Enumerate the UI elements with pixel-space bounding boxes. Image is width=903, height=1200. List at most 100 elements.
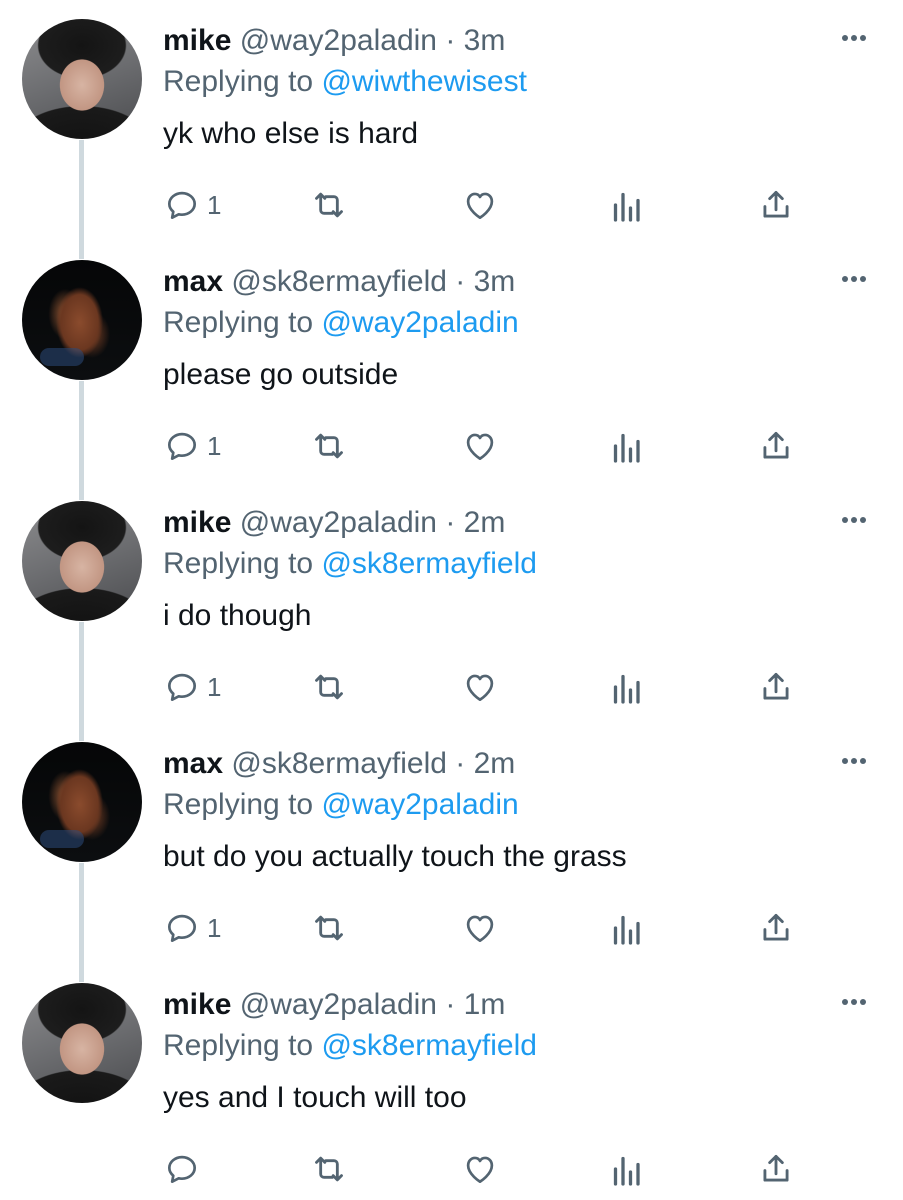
avatar[interactable]	[22, 742, 142, 862]
avatar[interactable]	[22, 19, 142, 139]
more-dots-icon[interactable]	[836, 751, 872, 771]
tweet[interactable]: max @sk8ermayfield · 2m Replying to @way…	[0, 723, 903, 964]
reply-bubble-icon	[167, 191, 197, 220]
share-button[interactable]	[757, 183, 795, 227]
share-button[interactable]	[757, 1147, 795, 1191]
mention-link[interactable]: @sk8ermayfield	[321, 1029, 537, 1062]
timestamp[interactable]: 3m	[464, 24, 506, 57]
reply-count: 1	[207, 913, 222, 943]
mention-link[interactable]: @wiwthewisest	[321, 65, 527, 98]
timestamp[interactable]: 2m	[464, 506, 506, 539]
views-chart-icon	[613, 192, 640, 222]
like-button[interactable]	[461, 183, 499, 227]
tweet-text: yes and I touch will too	[163, 1081, 467, 1114]
more-dots-icon[interactable]	[836, 510, 872, 530]
like-button[interactable]	[461, 1147, 499, 1191]
like-button[interactable]	[461, 665, 499, 709]
tweet-header: mike @way2paladin · 2m	[163, 505, 505, 541]
tweet[interactable]: mike @way2paladin · 2m Replying to @sk8e…	[0, 482, 903, 723]
display-name[interactable]: mike	[163, 988, 231, 1021]
heart-icon	[466, 915, 494, 943]
retweet-button[interactable]	[309, 424, 349, 468]
retweet-button[interactable]	[309, 906, 349, 950]
views-chart-icon	[613, 674, 640, 704]
reply-bubble-icon	[167, 673, 197, 702]
avatar[interactable]	[22, 501, 142, 621]
action-bar	[0, 1147, 903, 1191]
mention-link[interactable]: @sk8ermayfield	[321, 547, 537, 580]
views-button[interactable]	[610, 424, 642, 468]
reply-count: 1	[207, 672, 222, 702]
action-bar: 1	[0, 183, 903, 227]
tweet[interactable]: max @sk8ermayfield · 3m Replying to @way…	[0, 241, 903, 482]
tweet[interactable]: mike @way2paladin · 1m Replying to @sk8e…	[0, 964, 903, 1200]
like-button[interactable]	[461, 424, 499, 468]
more-dots-icon[interactable]	[836, 992, 872, 1012]
views-button[interactable]	[610, 1147, 642, 1191]
like-button[interactable]	[461, 906, 499, 950]
action-bar: 1	[0, 665, 903, 709]
reply-button[interactable]: 1	[163, 424, 221, 468]
user-handle[interactable]: @way2paladin	[240, 988, 437, 1021]
tweet-text: but do you actually touch the grass	[163, 840, 627, 873]
tweet-header: max @sk8ermayfield · 3m	[163, 264, 515, 300]
retweet-icon	[315, 674, 343, 700]
retweet-button[interactable]	[309, 665, 349, 709]
timestamp[interactable]: 3m	[474, 265, 516, 298]
reply-button[interactable]	[163, 1147, 207, 1191]
reply-button[interactable]: 1	[163, 665, 221, 709]
replying-label: Replying to	[163, 788, 314, 821]
retweet-button[interactable]	[309, 183, 349, 227]
tweet-text: i do though	[163, 599, 312, 632]
share-icon	[763, 1154, 789, 1182]
views-button[interactable]	[610, 906, 642, 950]
replying-to: Replying to @sk8ermayfield	[163, 1028, 537, 1064]
separator-dot: ·	[455, 265, 466, 298]
views-button[interactable]	[610, 665, 642, 709]
action-bar: 1	[0, 424, 903, 468]
replying-label: Replying to	[163, 65, 314, 98]
tweet-header: mike @way2paladin · 1m	[163, 987, 505, 1023]
user-handle[interactable]: @way2paladin	[240, 24, 437, 57]
reply-button[interactable]: 1	[163, 906, 221, 950]
mention-link[interactable]: @way2paladin	[321, 788, 518, 821]
reply-count: 1	[207, 190, 222, 220]
timestamp[interactable]: 1m	[464, 988, 506, 1021]
retweet-icon	[315, 915, 343, 941]
reply-button[interactable]: 1	[163, 183, 221, 227]
user-handle[interactable]: @sk8ermayfield	[231, 747, 447, 780]
separator-dot: ·	[445, 506, 456, 539]
tweet-header: mike @way2paladin · 3m	[163, 23, 505, 59]
replying-to: Replying to @sk8ermayfield	[163, 546, 537, 582]
display-name[interactable]: max	[163, 747, 223, 780]
mention-link[interactable]: @way2paladin	[321, 306, 518, 339]
share-button[interactable]	[757, 424, 795, 468]
share-button[interactable]	[757, 906, 795, 950]
user-handle[interactable]: @way2paladin	[240, 506, 437, 539]
display-name[interactable]: max	[163, 265, 223, 298]
share-button[interactable]	[757, 665, 795, 709]
retweet-icon	[315, 192, 343, 218]
share-icon	[763, 190, 789, 218]
avatar[interactable]	[22, 260, 142, 380]
user-handle[interactable]: @sk8ermayfield	[231, 265, 447, 298]
retweet-button[interactable]	[309, 1147, 349, 1191]
more-dots-icon[interactable]	[836, 28, 872, 48]
tweet-header: max @sk8ermayfield · 2m	[163, 746, 515, 782]
more-dots-icon[interactable]	[836, 269, 872, 289]
retweet-icon	[315, 1156, 343, 1182]
heart-icon	[466, 433, 494, 461]
display-name[interactable]: mike	[163, 506, 231, 539]
tweet[interactable]: mike @way2paladin · 3m Replying to @wiwt…	[0, 0, 903, 241]
timestamp[interactable]: 2m	[474, 747, 516, 780]
heart-icon	[466, 192, 494, 220]
share-icon	[763, 672, 789, 700]
action-bar: 1	[0, 906, 903, 950]
tweet-text: please go outside	[163, 358, 399, 391]
views-button[interactable]	[610, 183, 642, 227]
display-name[interactable]: mike	[163, 24, 231, 57]
views-chart-icon	[613, 1156, 640, 1186]
tweet-text: yk who else is hard	[163, 117, 419, 150]
reply-bubble-icon	[167, 914, 197, 943]
avatar[interactable]	[22, 983, 142, 1103]
